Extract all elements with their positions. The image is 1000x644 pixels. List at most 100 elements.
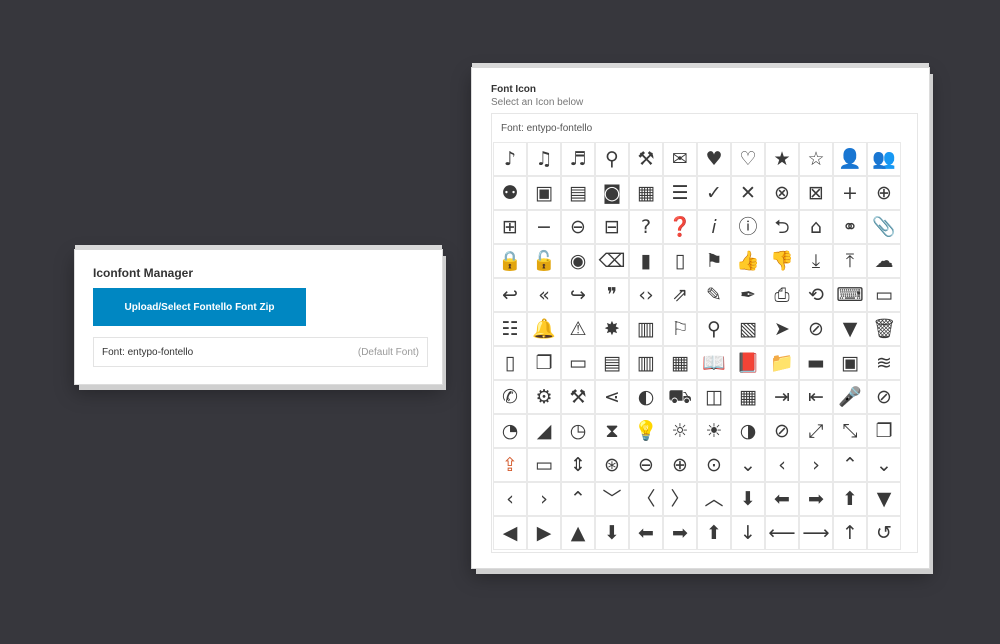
trash-icon[interactable]: 🗑 (867, 312, 901, 346)
font-entry-row[interactable]: Font: entypo-fontello (Default Font) (93, 337, 428, 367)
left-open-big-icon[interactable]: 〈 (629, 482, 663, 516)
export-share-icon[interactable]: ⇗ (663, 278, 697, 312)
map-icon[interactable]: ▧ (731, 312, 765, 346)
bookmarks-icon[interactable]: ▯ (663, 244, 697, 278)
window-icon[interactable]: ▭ (527, 448, 561, 482)
bag-icon[interactable]: ◫ (697, 380, 731, 414)
thumbs-down-icon[interactable]: 👎 (765, 244, 799, 278)
menu-icon[interactable]: ☰ (663, 176, 697, 210)
export-icon[interactable]: ⇪ (493, 448, 527, 482)
check-icon[interactable]: ✓ (697, 176, 731, 210)
left-circled-icon[interactable]: ⊖ (629, 448, 663, 482)
right-thin-icon[interactable]: ⟶ (799, 516, 833, 550)
mail-icon[interactable]: ✉ (663, 142, 697, 176)
hourglass-icon[interactable]: ⧗ (595, 414, 629, 448)
book-open-icon[interactable]: 📖 (697, 346, 731, 380)
compass-icon[interactable]: ⊘ (799, 312, 833, 346)
comment-icon[interactable]: ▭ (867, 278, 901, 312)
up-thin-bold-icon[interactable]: ⬆ (697, 516, 731, 550)
flag-icon[interactable]: ⚑ (697, 244, 731, 278)
up-circled-icon[interactable]: ⊙ (697, 448, 731, 482)
users-icon[interactable]: 👥 (867, 142, 901, 176)
left-dir-icon[interactable]: ◀ (493, 516, 527, 550)
home-icon[interactable]: ⌂ (799, 210, 833, 244)
star-empty-icon[interactable]: ☆ (799, 142, 833, 176)
down-dir-icon[interactable]: ▼ (867, 482, 901, 516)
light-up-icon[interactable]: ☀ (697, 414, 731, 448)
heart-icon[interactable]: ♥ (697, 142, 731, 176)
chat-icon[interactable]: ☷ (493, 312, 527, 346)
forward-icon[interactable]: ↪ (561, 278, 595, 312)
music-notes-icon[interactable]: ♫ (527, 142, 561, 176)
right-thin-bold-icon[interactable]: ➡ (663, 516, 697, 550)
user-add-icon[interactable]: ⚉ (493, 176, 527, 210)
cancel-squared-icon[interactable]: ⊠ (799, 176, 833, 210)
right-circled-icon[interactable]: ⊕ (663, 448, 697, 482)
up-bold-icon[interactable]: ⬆ (833, 482, 867, 516)
left-bold-icon[interactable]: ⬅ (765, 482, 799, 516)
down-thin-bold-icon[interactable]: ⬇ (595, 516, 629, 550)
music-note-icon[interactable]: ♪ (493, 142, 527, 176)
minus-circled-icon[interactable]: ⊖ (561, 210, 595, 244)
thumbs-up-icon[interactable]: 👍 (731, 244, 765, 278)
down-bold-icon[interactable]: ⬇ (731, 482, 765, 516)
right-open-mini-icon[interactable]: › (527, 482, 561, 516)
alert-icon[interactable]: ✸ (595, 312, 629, 346)
popup-icon[interactable]: ❐ (867, 414, 901, 448)
bookmark-icon[interactable]: ▮ (629, 244, 663, 278)
search-icon[interactable]: ⚲ (595, 142, 629, 176)
mute-icon[interactable]: ⊘ (867, 380, 901, 414)
upload-cloud-icon[interactable]: ☁ (867, 244, 901, 278)
share-icon[interactable]: ⋖ (595, 380, 629, 414)
cog-icon[interactable]: ⚙ (527, 380, 561, 414)
camera-icon[interactable]: ◙ (595, 176, 629, 210)
video-icon[interactable]: ▣ (527, 176, 561, 210)
shareable-icon[interactable]: ◐ (629, 380, 663, 414)
link-icon[interactable]: ⚭ (833, 210, 867, 244)
up-thin-icon[interactable]: ↑ (833, 516, 867, 550)
right-open-icon[interactable]: › (799, 448, 833, 482)
picture-icon[interactable]: ▤ (561, 176, 595, 210)
left-thin-icon[interactable]: ⟵ (765, 516, 799, 550)
resize-small-icon[interactable]: ⤡ (833, 414, 867, 448)
doc-text-icon[interactable]: ▤ (595, 346, 629, 380)
minus-squared-icon[interactable]: ⊟ (595, 210, 629, 244)
back-icon[interactable]: ⮌ (765, 210, 799, 244)
plus-icon[interactable]: + (833, 176, 867, 210)
info-icon[interactable]: 𝑖 (697, 210, 731, 244)
book-icon[interactable]: 📕 (731, 346, 765, 380)
heart-empty-icon[interactable]: ♡ (731, 142, 765, 176)
calendar-icon[interactable]: ▦ (731, 380, 765, 414)
sound-icon[interactable]: ◔ (493, 414, 527, 448)
pencil-icon[interactable]: ✎ (697, 278, 731, 312)
layout-icon[interactable]: ▦ (629, 176, 663, 210)
down-circled-icon[interactable]: ⊛ (595, 448, 629, 482)
lamp-icon[interactable]: 💡 (629, 414, 663, 448)
bell-icon[interactable]: 🔔 (527, 312, 561, 346)
clock-icon[interactable]: ◷ (561, 414, 595, 448)
attach-icon[interactable]: 📎 (867, 210, 901, 244)
docs-icon[interactable]: ❐ (527, 346, 561, 380)
adjust-icon[interactable]: ◑ (731, 414, 765, 448)
resize-full-icon[interactable]: ⤢ (799, 414, 833, 448)
basket-icon[interactable]: ⛟ (663, 380, 697, 414)
quote-icon[interactable]: ❞ (595, 278, 629, 312)
keyboard-icon[interactable]: ⌨ (833, 278, 867, 312)
light-down-icon[interactable]: ☼ (663, 414, 697, 448)
doc-icon[interactable]: ▯ (493, 346, 527, 380)
code-icon[interactable]: ‹› (629, 278, 663, 312)
info-circled-icon[interactable]: ⓘ (731, 210, 765, 244)
doc-text-inv-icon[interactable]: ▥ (629, 346, 663, 380)
ccw-icon[interactable]: ↺ (867, 516, 901, 550)
address-icon[interactable]: ⚐ (663, 312, 697, 346)
flashlight-icon[interactable]: ⚒ (629, 142, 663, 176)
left-thin-bold-icon[interactable]: ⬅ (629, 516, 663, 550)
doc-landscape-icon[interactable]: ▭ (561, 346, 595, 380)
upload-icon[interactable]: ⤒ (833, 244, 867, 278)
print-icon[interactable]: ⎙ (765, 278, 799, 312)
box-icon[interactable]: ▣ (833, 346, 867, 380)
login-icon[interactable]: ⇥ (765, 380, 799, 414)
left-open-mini-icon[interactable]: ‹ (493, 482, 527, 516)
vcard-icon[interactable]: ▥ (629, 312, 663, 346)
reply-icon[interactable]: ↩ (493, 278, 527, 312)
